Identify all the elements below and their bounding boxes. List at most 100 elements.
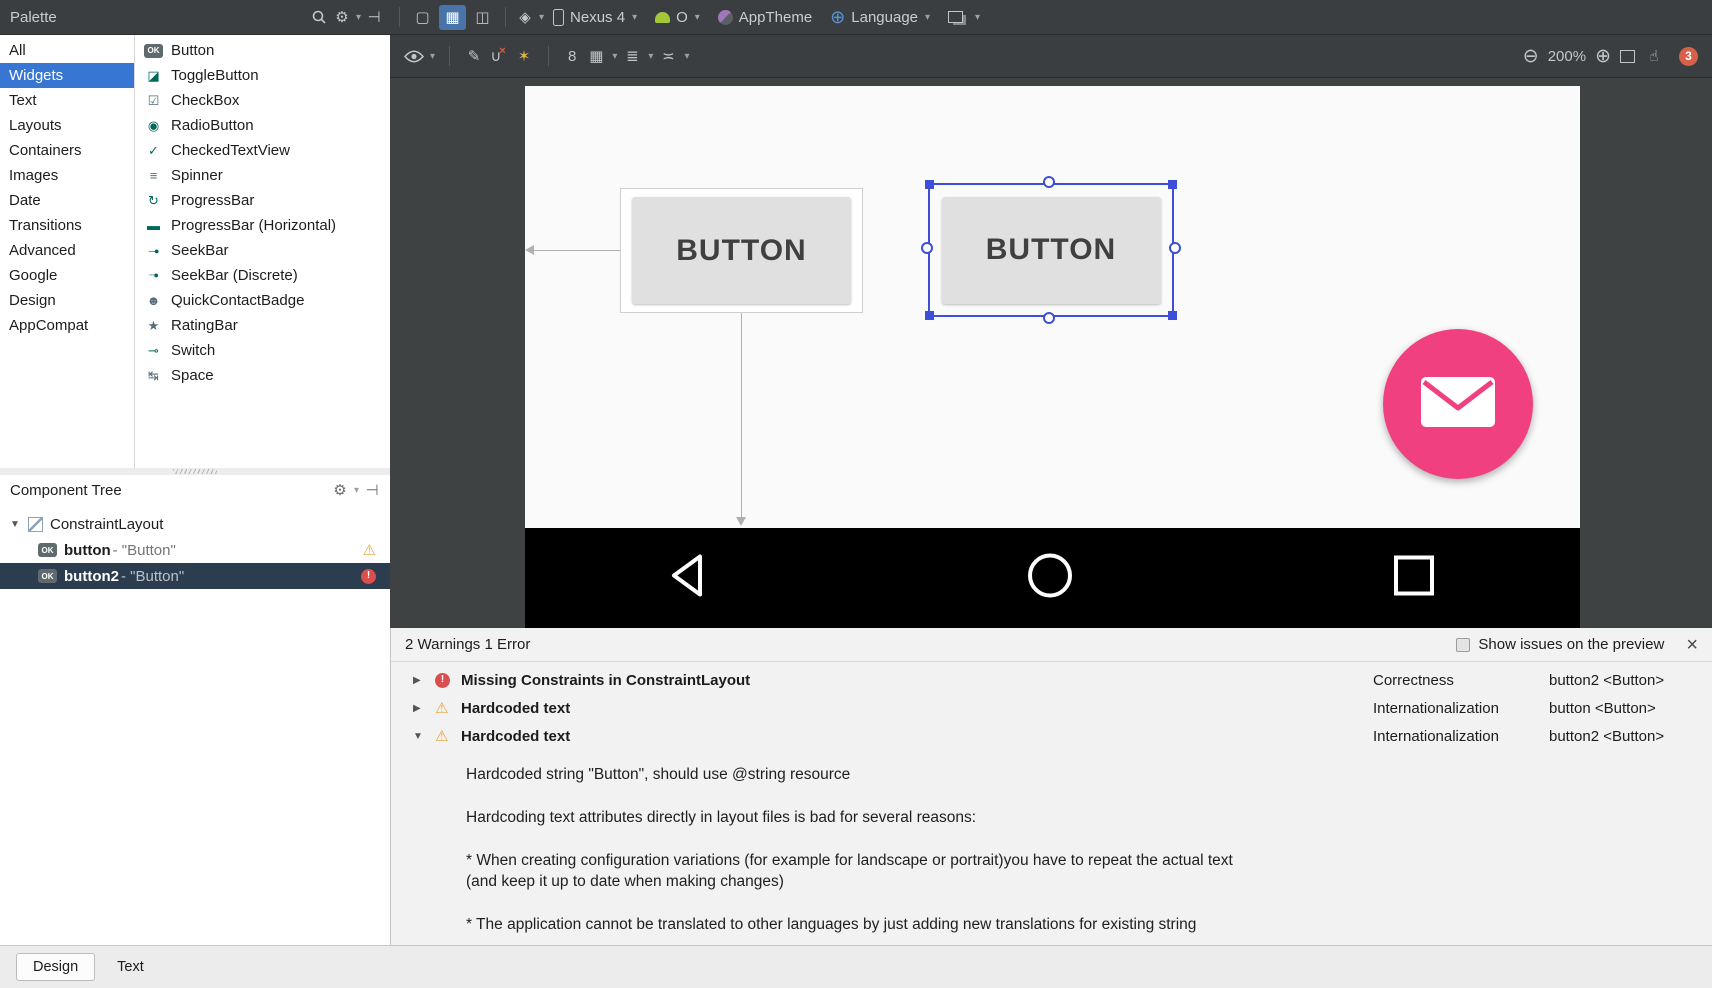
palette-category-widgets[interactable]: Widgets [0,63,134,88]
constraint-anchor-bottom[interactable] [1043,312,1055,324]
button1-widget[interactable]: BUTTON [632,197,851,304]
palette-item-checkedtextview[interactable]: ✓ CheckedTextView [135,138,390,163]
palette-category-containers[interactable]: Containers [0,138,134,163]
issue-row-hardcoded-text-1[interactable]: ▶ ⚠ Hardcoded text Internationalization … [391,694,1712,722]
zoom-in-icon[interactable]: ⊕ [1595,47,1611,66]
view-options-icon[interactable] [404,44,424,68]
palette-category-date[interactable]: Date [0,188,134,213]
palette-item-label: ToggleButton [171,67,259,84]
palette-category-images[interactable]: Images [0,163,134,188]
palette-item-label: Switch [171,342,216,359]
palette-item-togglebutton[interactable]: ◪ ToggleButton [135,63,390,88]
warning-icon: ⚠ [435,727,449,745]
collapse-icon[interactable]: ▼ [413,731,435,742]
zoom-to-fit-icon[interactable] [1620,49,1635,63]
constraint-anchor-left[interactable] [921,242,933,254]
gear-icon[interactable]: ⚙ [330,478,350,502]
gear-icon[interactable]: ⚙ [332,5,352,29]
close-icon[interactable]: × [1686,635,1698,655]
palette-category-layouts[interactable]: Layouts [0,113,134,138]
collapse-icon[interactable]: ▼ [10,519,28,530]
issue-component: button2 <Button> [1549,671,1665,689]
default-margin-value[interactable]: 8 [563,48,581,65]
tab-design[interactable]: Design [16,953,96,981]
issue-count-badge[interactable]: 3 [1679,46,1698,66]
tree-node-constraintlayout[interactable]: ▼ ConstraintLayout [0,511,390,537]
button2-selection[interactable]: BUTTON [921,176,1181,324]
resize-handle-se[interactable] [1168,311,1177,320]
constraint-anchor-right[interactable] [1169,242,1181,254]
button1-bounds[interactable]: BUTTON [620,188,863,313]
search-icon[interactable] [309,5,329,29]
panel-splitter[interactable] [0,468,390,475]
palette-item-space[interactable]: ↹ Space [135,363,390,388]
expand-icon[interactable]: ▶ [413,675,435,686]
api-selector[interactable]: O ▾ [655,9,700,26]
toolbar-divider [449,46,451,66]
palette-category-google[interactable]: Google [0,263,134,288]
palette-category-design[interactable]: Design [0,288,134,313]
distribute-icon[interactable]: ≍ [658,44,678,68]
palette-item-quickcontactbadge[interactable]: ☻ QuickContactBadge [135,288,390,313]
palette-item-switch[interactable]: ⊸ Switch [135,338,390,363]
nav-back-icon[interactable] [666,550,710,607]
tree-node-button[interactable]: OK button - "Button" ⚠ [0,537,390,563]
palette-item-progressbar-horizontal[interactable]: ▬ ProgressBar (Horizontal) [135,213,390,238]
checkedtextview-icon: ✓ [148,142,159,158]
design-surface[interactable]: BUTTON BUTTON [390,78,1712,628]
pan-icon[interactable]: ☝ [1644,44,1664,68]
palette-category-appcompat[interactable]: AppCompat [0,313,134,338]
hide-panel-icon[interactable]: ⊣ [364,5,384,29]
palette-item-spinner[interactable]: ≡ Spinner [135,163,390,188]
palette-item-button[interactable]: OK Button [135,38,390,63]
issue-row-missing-constraints[interactable]: ▶ ! Missing Constraints in ConstraintLay… [391,666,1712,694]
phone-icon [553,8,565,26]
expand-icon[interactable]: ▶ [413,703,435,714]
blueprint-mode-button[interactable]: ◫ [469,5,496,30]
design-mode-button[interactable]: ▢ [409,5,436,30]
show-issues-checkbox[interactable] [1456,637,1471,652]
orientation-selector[interactable]: ◈ ▾ [515,5,544,29]
palette-category-advanced[interactable]: Advanced [0,238,134,263]
theme-selector[interactable]: AppTheme [717,9,812,26]
layout-variant-selector[interactable]: ▾ [948,11,980,23]
component-tree-panel: Component Tree ⚙ ▾ ⊣ ▼ ConstraintLayout … [0,475,390,945]
pack-icon[interactable]: ▦ [586,44,606,68]
tree-node-button2[interactable]: OK button2 - "Button" ! [0,563,390,589]
palette-item-radiobutton[interactable]: ◉ RadioButton [135,113,390,138]
hide-panel-icon[interactable]: ⊣ [362,478,382,502]
autoconnect-icon[interactable]: ✎ [464,44,484,68]
palette-item-ratingbar[interactable]: ★ RatingBar [135,313,390,338]
zoom-out-icon[interactable]: ⊖ [1523,47,1539,66]
palette-item-label: RadioButton [171,117,254,134]
palette-item-label: CheckedTextView [171,142,290,159]
tab-text[interactable]: Text [101,954,160,980]
language-selector[interactable]: ⊕ Language ▾ [830,7,930,28]
palette-item-checkbox[interactable]: ☑ CheckBox [135,88,390,113]
chevron-down-icon: ▾ [648,50,654,62]
resize-handle-sw[interactable] [925,311,934,320]
nav-home-icon[interactable] [1025,551,1075,606]
infer-constraints-icon[interactable]: ✶ [514,44,534,68]
palette-item-progressbar[interactable]: ↻ ProgressBar [135,188,390,213]
button2-widget[interactable]: BUTTON [941,196,1161,304]
align-icon[interactable]: ≣ [622,44,642,68]
device-selector[interactable]: Nexus 4 ▾ [553,8,637,26]
palette-category-transitions[interactable]: Transitions [0,213,134,238]
palette-category-text[interactable]: Text [0,88,134,113]
device-screen[interactable]: BUTTON BUTTON [525,86,1580,528]
clear-constraints-icon[interactable]: ∪ × [489,44,509,68]
split-mode-button[interactable]: ▦ [439,4,466,30]
palette-widget-list: OK Button ◪ ToggleButton ☑ CheckBox ◉ RadioB… [135,35,390,468]
resize-handle-ne[interactable] [1168,180,1177,189]
nav-recents-icon[interactable] [1391,553,1437,604]
palette-category-all[interactable]: All [0,38,134,63]
fab-widget[interactable] [1383,329,1533,479]
palette-item-label: SeekBar [171,242,229,259]
palette-item-seekbar[interactable]: ─● SeekBar [135,238,390,263]
resize-handle-nw[interactable] [925,180,934,189]
constraint-anchor-top[interactable] [1043,176,1055,188]
palette-item-seekbar-discrete[interactable]: ┄● SeekBar (Discrete) [135,263,390,288]
issue-detail-line: * The application cannot be translated t… [466,916,1197,933]
issue-row-hardcoded-text-2[interactable]: ▼ ⚠ Hardcoded text Internationalization … [391,722,1712,750]
